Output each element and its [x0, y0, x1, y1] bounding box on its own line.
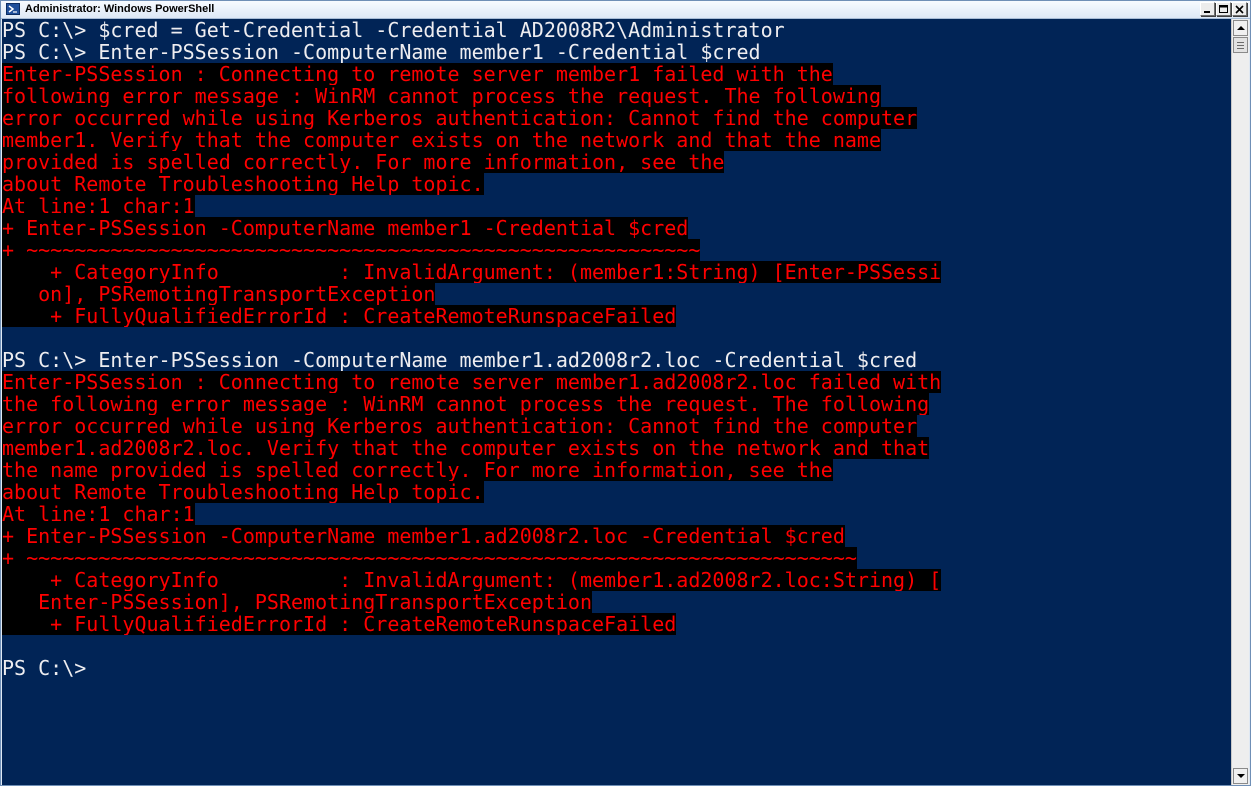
output-line: PS C:\> Enter-PSSession -ComputerName me…	[2, 349, 1232, 371]
error-line: the following error message : WinRM cann…	[2, 393, 1232, 415]
line-text: PS C:\>	[2, 657, 87, 679]
line-text: PS C:\> Enter-PSSession -ComputerName me…	[2, 41, 761, 63]
line-text: member1.ad2008r2.loc. Verify that the co…	[2, 437, 930, 459]
line-text: Enter-PSSession : Connecting to remote s…	[2, 371, 942, 393]
error-line: error occurred while using Kerberos auth…	[2, 107, 1232, 129]
error-line: + Enter-PSSession -ComputerName member1.…	[2, 525, 1232, 547]
error-line: At line:1 char:1	[2, 503, 1232, 525]
error-line: + ~~~~~~~~~~~~~~~~~~~~~~~~~~~~~~~~~~~~~~…	[2, 239, 1232, 261]
output-line: PS C:\> Enter-PSSession -ComputerName me…	[2, 41, 1232, 63]
error-line: Enter-PSSession], PSRemotingTransportExc…	[2, 591, 1232, 613]
maximize-button[interactable]	[1216, 2, 1231, 16]
title-bar[interactable]: Administrator: Windows PowerShell	[1, 1, 1250, 19]
vertical-scrollbar[interactable]	[1231, 19, 1249, 785]
line-text: about_Remote_Troubleshooting Help topic.	[2, 481, 484, 503]
error-line: Enter-PSSession : Connecting to remote s…	[2, 371, 1232, 393]
error-line: + CategoryInfo : InvalidArgument: (membe…	[2, 261, 1232, 283]
scroll-thumb[interactable]	[1233, 37, 1248, 53]
line-text: At line:1 char:1	[2, 195, 195, 217]
line-text: member1. Verify that the computer exists…	[2, 129, 881, 151]
error-line: + ~~~~~~~~~~~~~~~~~~~~~~~~~~~~~~~~~~~~~~…	[2, 547, 1232, 569]
error-line: + Enter-PSSession -ComputerName member1 …	[2, 217, 1232, 239]
powershell-icon	[6, 3, 20, 15]
line-text: + Enter-PSSession -ComputerName member1 …	[2, 217, 689, 239]
error-line: about_Remote_Troubleshooting Help topic.	[2, 173, 1232, 195]
error-line: on], PSRemotingTransportException	[2, 283, 1232, 305]
caption-buttons	[1200, 2, 1247, 16]
error-line: member1. Verify that the computer exists…	[2, 129, 1232, 151]
window-title: Administrator: Windows PowerShell	[25, 3, 215, 15]
line-text: + CategoryInfo : InvalidArgument: (membe…	[2, 569, 942, 591]
error-line: + CategoryInfo : InvalidArgument: (membe…	[2, 569, 1232, 591]
arrow-up-icon	[1237, 26, 1245, 30]
output-line: PS C:\> $cred = Get-Credential -Credenti…	[2, 19, 1232, 41]
line-text: the name provided is spelled correctly. …	[2, 459, 833, 481]
line-text: error occurred while using Kerberos auth…	[2, 107, 918, 129]
line-text: At line:1 char:1	[2, 503, 195, 525]
line-text: + FullyQualifiedErrorId : CreateRemoteRu…	[2, 305, 677, 327]
error-line: provided is spelled correctly. For more …	[2, 151, 1232, 173]
error-line: Enter-PSSession : Connecting to remote s…	[2, 63, 1232, 85]
minimize-icon	[1204, 11, 1210, 13]
error-line: following error message : WinRM cannot p…	[2, 85, 1232, 107]
line-text: PS C:\> Enter-PSSession -ComputerName me…	[2, 349, 918, 371]
error-line: member1.ad2008r2.loc. Verify that the co…	[2, 437, 1232, 459]
output-line: PS C:\>	[2, 657, 1232, 679]
line-text: Enter-PSSession], PSRemotingTransportExc…	[2, 591, 593, 613]
arrow-down-icon	[1237, 774, 1245, 778]
line-text: + Enter-PSSession -ComputerName member1.…	[2, 525, 845, 547]
close-icon	[1235, 5, 1244, 14]
error-line: At line:1 char:1	[2, 195, 1232, 217]
console-output[interactable]: PS C:\> $cred = Get-Credential -Credenti…	[2, 19, 1232, 785]
minimize-button[interactable]	[1200, 2, 1215, 16]
line-text: + FullyQualifiedErrorId : CreateRemoteRu…	[2, 613, 677, 635]
console-lines: PS C:\> $cred = Get-Credential -Credenti…	[2, 19, 1232, 679]
line-text: + ~~~~~~~~~~~~~~~~~~~~~~~~~~~~~~~~~~~~~~…	[2, 239, 701, 261]
line-text: on], PSRemotingTransportException	[2, 283, 436, 305]
error-line: the name provided is spelled correctly. …	[2, 459, 1232, 481]
powershell-window: Administrator: Windows PowerShell PS C:\…	[0, 0, 1251, 786]
line-text: following error message : WinRM cannot p…	[2, 85, 881, 107]
line-text: about_Remote_Troubleshooting Help topic.	[2, 173, 484, 195]
line-text: provided is spelled correctly. For more …	[2, 151, 725, 173]
line-text: Enter-PSSession : Connecting to remote s…	[2, 63, 833, 85]
error-line: + FullyQualifiedErrorId : CreateRemoteRu…	[2, 305, 1232, 327]
scroll-down-button[interactable]	[1233, 768, 1248, 784]
error-line: error occurred while using Kerberos auth…	[2, 415, 1232, 437]
close-button[interactable]	[1232, 2, 1247, 16]
maximize-icon	[1219, 5, 1228, 13]
error-line: about_Remote_Troubleshooting Help topic.	[2, 481, 1232, 503]
scroll-up-button[interactable]	[1233, 20, 1248, 36]
line-text: + CategoryInfo : InvalidArgument: (membe…	[2, 261, 942, 283]
line-text: the following error message : WinRM cann…	[2, 393, 930, 415]
line-text: + ~~~~~~~~~~~~~~~~~~~~~~~~~~~~~~~~~~~~~~…	[2, 547, 857, 569]
error-line: + FullyQualifiedErrorId : CreateRemoteRu…	[2, 613, 1232, 635]
line-text: PS C:\> $cred = Get-Credential -Credenti…	[2, 19, 785, 41]
line-text: error occurred while using Kerberos auth…	[2, 415, 918, 437]
